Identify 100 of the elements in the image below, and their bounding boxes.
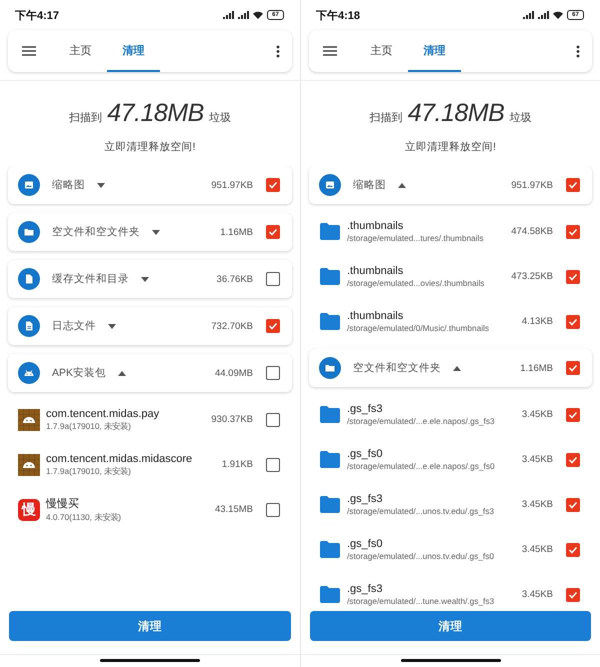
checkbox[interactable] [566,498,580,512]
size-label: 951.97KB [210,180,253,190]
checkbox[interactable] [266,272,280,286]
checkbox[interactable] [566,408,580,422]
clean-button[interactable]: 清理 [9,611,291,641]
caret-down-icon[interactable] [152,230,160,234]
checkbox[interactable] [566,361,580,375]
checkbox[interactable] [566,542,580,556]
menu-icon[interactable] [22,46,36,56]
checkbox[interactable] [566,452,580,466]
folder-path: /storage/emulated/...unos.tv.edu/.gs_fs3 [347,506,494,516]
checkbox[interactable] [266,412,280,426]
check-icon [568,272,578,282]
folder-path: /storage/emulated/...e.ele.napos/.gs_fs0 [347,461,495,471]
wifi-icon [253,11,263,19]
checkbox[interactable] [266,502,280,516]
junk-amount: 47.18MB [408,99,504,128]
check-icon [268,180,278,190]
size-label: 951.97KB [510,180,553,190]
size-label: 3.45KB [520,454,553,465]
folder-path: /storage/emulated...ovies/.thumbnails [347,278,484,288]
clean-button[interactable]: 清理 [310,611,591,641]
size-label: 930.37KB [210,414,253,425]
folder-icon [320,586,340,603]
folder-path: /storage/emulated/...tune.wealth/.gs_fs3 [347,596,494,606]
check-icon [568,544,578,554]
app-name: com.tencent.midas.pay [46,408,160,420]
folder-path: /storage/emulated/...unos.tv.edu/.gs_fs0 [347,551,494,561]
image-icon [18,174,40,196]
caret-down-icon[interactable] [141,276,149,282]
folder-name: .thumbnails [347,310,404,322]
checkbox[interactable] [566,178,580,192]
checkbox[interactable] [266,366,280,380]
category-title: 缓存文件和目录 [52,272,129,286]
size-label: 3.45KB [520,409,553,420]
folder-icon [320,313,340,330]
caret-up-icon[interactable] [398,182,406,188]
app-name: com.tencent.midas.midascore [46,452,192,464]
category-card[interactable]: APK安装包 44.09MB [8,354,292,392]
app-version: 1.7.9a(179010, 未安装) [46,466,132,476]
checkbox[interactable] [266,225,280,239]
junk-label: 垃圾 [509,111,532,125]
wifi-icon [553,11,563,19]
size-label: 473.25KB [510,271,553,282]
caret-down-icon[interactable] [97,182,105,188]
tab[interactable]: 清理 [408,30,461,72]
checkbox[interactable] [266,178,280,192]
caret-up-icon[interactable] [118,370,126,376]
folder-path: /storage/emulated/...e.ele.napos/.gs_fs3 [347,416,495,426]
checkbox[interactable] [566,314,580,328]
folder-icon [320,406,340,423]
scan-label: 扫描到 [69,111,102,125]
tab[interactable]: 清理 [107,30,160,72]
category-card[interactable]: 空文件和空文件夹 1.16MB [8,213,292,251]
folder-name: .gs_fs3 [347,583,384,595]
category-card[interactable]: 缓存文件和目录 36.76KB [8,260,292,298]
more-icon[interactable] [576,44,580,58]
tab[interactable]: 主页 [355,30,408,72]
junk-label: 垃圾 [208,111,231,125]
check-icon [568,590,578,600]
size-label: 3.45KB [520,544,553,555]
category-card[interactable]: 日志文件 732.70KB [8,307,292,345]
more-icon[interactable] [276,44,280,58]
checkbox[interactable] [566,270,580,284]
size-label: 1.16MB [219,226,253,238]
category-title: 空文件和空文件夹 [353,361,441,375]
size-label: 43.15MB [214,504,253,515]
category-card[interactable]: 缩略图 951.97KB [8,166,292,204]
caret-up-icon[interactable] [453,366,461,370]
category-card[interactable]: 空文件和空文件夹 1.16MB [309,349,592,387]
checkbox[interactable] [566,588,580,602]
size-label: 44.09MB [214,368,253,378]
signal-icon [223,11,234,19]
app-logo: 慢 [18,498,40,520]
folder-name: .gs_fs3 [347,493,384,505]
checkbox[interactable] [266,319,280,333]
folder-icon [320,451,340,468]
checkbox[interactable] [566,224,580,238]
caret-down-icon[interactable] [108,324,116,328]
summary-subtitle: 立即清理释放空间! [405,140,496,154]
size-label: 36.76KB [216,274,253,284]
check-icon [568,316,578,326]
signal-icon [538,11,549,19]
log-file-icon [18,315,40,337]
signal-icon [523,11,534,19]
menu-icon[interactable] [323,46,337,56]
junk-amount: 47.18MB [107,99,204,128]
app-version: 4.0.70(1130, 未安装) [46,512,122,523]
document-icon [18,268,40,290]
image-icon [319,174,341,196]
folder-icon [320,223,340,240]
app-version: 1.7.9a(179010, 未安装) [46,420,132,432]
check-icon [268,227,278,237]
folder-icon [319,357,341,379]
checkbox[interactable] [266,458,280,472]
folder-name: .gs_fs0 [347,448,384,460]
category-card[interactable]: 缩略图 951.97KB [309,166,592,204]
tab[interactable]: 主页 [54,30,107,72]
folder-icon [320,541,340,558]
folder-icon [320,496,340,513]
